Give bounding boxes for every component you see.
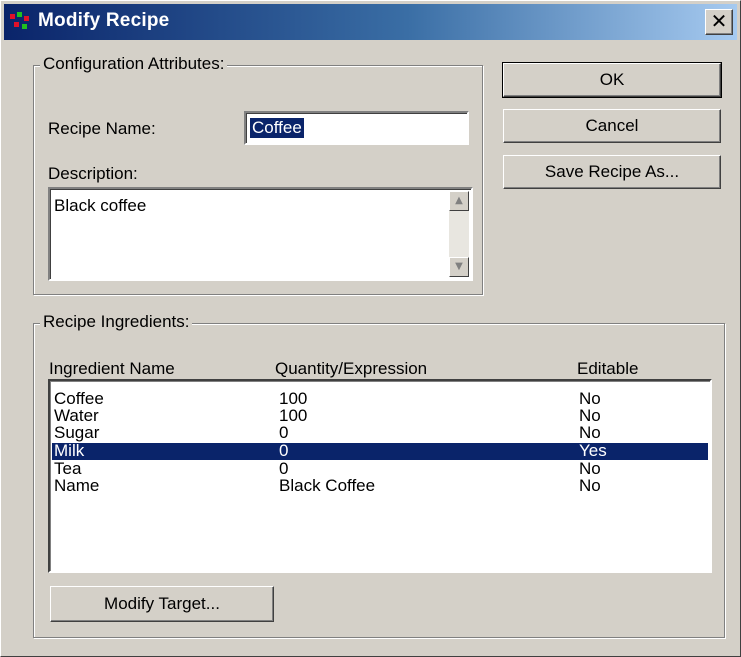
scroll-up-arrow-icon[interactable]: ▲ <box>449 191 469 211</box>
recipe-name-value: Coffee <box>250 118 304 138</box>
ingredient-quantity: Black Coffee <box>279 476 376 495</box>
list-item-selected[interactable]: Milk 0 Yes <box>52 441 708 460</box>
column-header-quantity-expression[interactable]: Quantity/Expression <box>275 359 427 379</box>
title-bar[interactable]: Modify Recipe ✕ <box>4 4 737 40</box>
ingredient-quantity: 0 <box>279 423 289 442</box>
ingredient-name: Name <box>54 476 100 495</box>
description-value: Black coffee <box>54 196 147 215</box>
list-item[interactable]: Sugar 0 No <box>52 423 708 442</box>
ingredient-editable: No <box>579 423 601 442</box>
description-scrollbar[interactable]: ▲ ▼ <box>449 191 469 277</box>
ok-button-label: OK <box>599 70 625 89</box>
ingredient-editable: No <box>579 476 601 495</box>
modify-target-button[interactable]: Modify Target... <box>50 586 274 622</box>
list-item[interactable]: Coffee 100 No <box>52 389 708 408</box>
app-icon <box>10 12 32 32</box>
list-item[interactable]: Tea 0 No <box>52 459 708 478</box>
window-title: Modify Recipe <box>38 10 170 31</box>
recipe-ingredients-legend: Recipe Ingredients: <box>40 312 193 332</box>
column-header-ingredient-name[interactable]: Ingredient Name <box>49 359 175 379</box>
cancel-button[interactable]: Cancel <box>503 109 721 143</box>
modify-target-button-label: Modify Target... <box>104 594 220 613</box>
close-button[interactable]: ✕ <box>705 9 733 35</box>
column-header-editable[interactable]: Editable <box>577 359 638 379</box>
recipe-name-label: Recipe Name: <box>48 119 156 138</box>
list-item[interactable]: Name Black Coffee No <box>52 476 708 495</box>
ingredient-editable: Yes <box>579 441 607 460</box>
save-recipe-as-button-label: Save Recipe As... <box>544 162 680 181</box>
ok-button[interactable]: OK <box>502 62 722 98</box>
ingredient-name: Milk <box>54 441 85 460</box>
modify-recipe-dialog: Modify Recipe ✕ Configuration Attributes… <box>0 0 741 657</box>
description-label: Description: <box>48 164 138 183</box>
list-item[interactable]: Water 100 No <box>52 406 708 425</box>
configuration-attributes-legend: Configuration Attributes: <box>40 54 228 74</box>
cancel-button-label: Cancel <box>585 116 639 135</box>
save-recipe-as-button[interactable]: Save Recipe As... <box>503 155 721 189</box>
ingredients-list[interactable]: Coffee 100 No Water 100 No Sugar 0 No Mi… <box>48 379 712 573</box>
ingredient-quantity: 0 <box>279 441 289 460</box>
close-icon: ✕ <box>710 9 728 33</box>
ingredient-name: Sugar <box>54 423 100 442</box>
recipe-name-input[interactable]: Coffee <box>244 111 469 145</box>
description-textarea[interactable]: Black coffee ▲ ▼ <box>48 187 473 281</box>
scroll-down-arrow-icon[interactable]: ▼ <box>449 257 469 277</box>
